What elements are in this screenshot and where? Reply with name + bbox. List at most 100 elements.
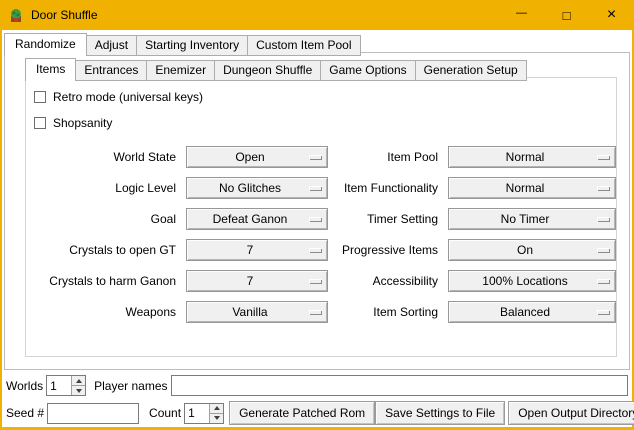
crystals-open-gt-dropdown[interactable]: 7 (186, 239, 328, 261)
tab-adjust[interactable]: Adjust (86, 35, 137, 56)
minimize-icon: — (516, 7, 527, 19)
down-arrow-icon (214, 416, 220, 420)
maximize-button[interactable]: □ (544, 0, 589, 30)
dropdown-indicator-icon (597, 248, 610, 253)
worlds-spinbox (46, 375, 86, 396)
player-names-input[interactable] (171, 375, 629, 396)
world-state-dropdown[interactable]: Open (186, 146, 328, 168)
worlds-label: Worlds (6, 379, 43, 393)
maximize-icon: □ (563, 8, 571, 23)
item-pool-dropdown[interactable]: Normal (448, 146, 616, 168)
accessibility-dropdown[interactable]: 100% Locations (448, 270, 616, 292)
progressive-items-label: Progressive Items (338, 239, 438, 261)
item-sorting-value: Balanced (500, 305, 550, 319)
close-button[interactable]: × (589, 0, 634, 30)
world-state-value: Open (235, 150, 264, 164)
worlds-spin-up-button[interactable] (72, 376, 85, 385)
tab-entrances[interactable]: Entrances (75, 60, 147, 81)
count-label: Count (149, 406, 181, 420)
item-functionality-value: Normal (506, 181, 545, 195)
dropdown-indicator-icon (597, 279, 610, 284)
minimize-button[interactable]: — (499, 0, 544, 30)
retro-mode-label: Retro mode (universal keys) (53, 90, 203, 104)
tab-items[interactable]: Items (25, 58, 76, 81)
dropdown-indicator-icon (597, 186, 610, 191)
save-settings-button[interactable]: Save Settings to File (375, 401, 505, 425)
seed-row: Seed # Count Generate Patched Rom Save S… (6, 401, 628, 425)
door-shuffle-window: Door Shuffle — □ × Randomize Adjust Star… (0, 0, 634, 430)
titlebar: Door Shuffle — □ × (0, 0, 634, 30)
item-functionality-dropdown[interactable]: Normal (448, 177, 616, 199)
close-icon: × (607, 6, 616, 24)
main-tab-bar: Randomize Adjust Starting Inventory Cust… (4, 33, 361, 56)
settings-grid: World State Open Item Pool Normal Logic … (26, 146, 616, 323)
worlds-input[interactable] (47, 376, 71, 395)
crystals-open-gt-value: 7 (247, 243, 254, 257)
dropdown-indicator-icon (309, 217, 322, 222)
shopsanity-checkbox[interactable] (34, 117, 46, 129)
progressive-items-dropdown[interactable]: On (448, 239, 616, 261)
accessibility-label: Accessibility (338, 270, 438, 292)
tab-custom-item-pool[interactable]: Custom Item Pool (247, 35, 360, 56)
item-sorting-label: Item Sorting (338, 301, 438, 323)
randomize-panel: Items Entrances Enemizer Dungeon Shuffle… (4, 52, 630, 370)
count-spin-arrows (209, 404, 223, 423)
crystals-harm-ganon-value: 7 (247, 274, 254, 288)
dropdown-indicator-icon (597, 217, 610, 222)
retro-mode-option: Retro mode (universal keys) (34, 90, 616, 104)
retro-mode-checkbox[interactable] (34, 91, 46, 103)
tab-dungeon-shuffle[interactable]: Dungeon Shuffle (214, 60, 321, 81)
seed-label: Seed # (6, 406, 44, 420)
item-functionality-label: Item Functionality (338, 177, 438, 199)
seed-input[interactable] (47, 403, 139, 424)
item-pool-label: Item Pool (338, 146, 438, 168)
item-pool-value: Normal (506, 150, 545, 164)
item-sorting-dropdown[interactable]: Balanced (448, 301, 616, 323)
logic-level-label: Logic Level (26, 177, 176, 199)
shopsanity-option: Shopsanity (34, 116, 616, 130)
timer-setting-value: No Timer (501, 212, 550, 226)
down-arrow-icon (76, 389, 82, 393)
worlds-spin-down-button[interactable] (72, 385, 85, 395)
count-spin-down-button[interactable] (210, 413, 223, 423)
open-output-directory-button[interactable]: Open Output Directory (508, 401, 634, 425)
window-title: Door Shuffle (31, 8, 499, 22)
crystals-harm-ganon-dropdown[interactable]: 7 (186, 270, 328, 292)
player-names-label: Player names (94, 379, 167, 393)
dropdown-indicator-icon (309, 279, 322, 284)
dropdown-indicator-icon (309, 310, 322, 315)
tab-generation-setup[interactable]: Generation Setup (415, 60, 527, 81)
worlds-row: Worlds Player names (6, 375, 628, 396)
generate-patched-rom-button[interactable]: Generate Patched Rom (229, 401, 375, 425)
items-panel: Retro mode (universal keys) Shopsanity W… (25, 77, 617, 357)
dropdown-indicator-icon (309, 186, 322, 191)
goal-dropdown[interactable]: Defeat Ganon (186, 208, 328, 230)
shopsanity-label: Shopsanity (53, 116, 112, 130)
crystals-harm-ganon-label: Crystals to harm Ganon (26, 270, 176, 292)
tab-enemizer[interactable]: Enemizer (146, 60, 215, 81)
dropdown-indicator-icon (597, 155, 610, 160)
goal-value: Defeat Ganon (213, 212, 288, 226)
count-input[interactable] (185, 404, 209, 423)
progressive-items-value: On (517, 243, 533, 257)
logic-level-value: No Glitches (219, 181, 281, 195)
accessibility-value: 100% Locations (482, 274, 567, 288)
world-state-label: World State (26, 146, 176, 168)
crystals-open-gt-label: Crystals to open GT (26, 239, 176, 261)
timer-setting-dropdown[interactable]: No Timer (448, 208, 616, 230)
count-spinbox (184, 403, 224, 424)
tab-starting-inventory[interactable]: Starting Inventory (136, 35, 248, 56)
goal-label: Goal (26, 208, 176, 230)
dropdown-indicator-icon (309, 248, 322, 253)
window-content: Randomize Adjust Starting Inventory Cust… (2, 30, 632, 427)
timer-setting-label: Timer Setting (338, 208, 438, 230)
tab-randomize[interactable]: Randomize (4, 33, 87, 56)
up-arrow-icon (214, 406, 220, 410)
bottom-bar: Worlds Player names Seed # Count (6, 370, 628, 425)
dropdown-indicator-icon (597, 310, 610, 315)
count-spin-up-button[interactable] (210, 404, 223, 413)
tab-game-options[interactable]: Game Options (320, 60, 415, 81)
logic-level-dropdown[interactable]: No Glitches (186, 177, 328, 199)
up-arrow-icon (76, 379, 82, 383)
weapons-dropdown[interactable]: Vanilla (186, 301, 328, 323)
